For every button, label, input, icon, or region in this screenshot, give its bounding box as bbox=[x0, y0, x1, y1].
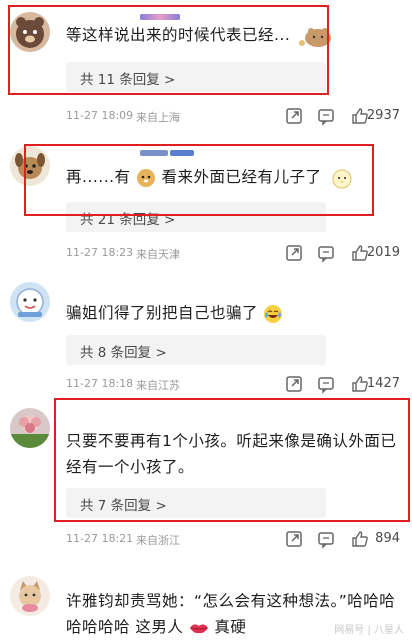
timestamp: 11-27 18:21 bbox=[66, 532, 134, 545]
avatar[interactable] bbox=[10, 282, 50, 322]
comment-meta: 11-27 18:21 来自浙江 894 bbox=[66, 529, 402, 549]
timestamp: 11-27 18:18 bbox=[66, 377, 134, 390]
watermark: 网易号 | 八星人 bbox=[334, 625, 404, 636]
like-count: 2019 bbox=[366, 245, 400, 260]
location: 来自上海 bbox=[136, 111, 180, 124]
highlight-box bbox=[54, 398, 410, 522]
comment-3: 骗姐们得了别把自己也骗了 共 8 条回复 > 11-27 18:18 来自江苏 … bbox=[0, 262, 412, 394]
comment-icon[interactable] bbox=[316, 529, 336, 549]
timestamp: 11-27 18:23 bbox=[66, 246, 134, 259]
comment-4: 只要不要再有1个小孩。听起来像是确认外面已 经有一个小孩了。 共 7 条回复 >… bbox=[0, 392, 412, 562]
cartoon-avatar-icon bbox=[16, 288, 44, 317]
location: 来自天津 bbox=[136, 248, 180, 261]
comment-icon[interactable] bbox=[316, 243, 336, 263]
lips-emoji-icon bbox=[189, 623, 208, 633]
comment-meta: 11-27 18:18 来自江苏 1427 bbox=[66, 374, 402, 394]
comment-2: 再......有 看来外面已经有儿子了 共 21 条回复 > 11-27 18:… bbox=[0, 132, 412, 263]
timestamp: 11-27 18:09 bbox=[66, 109, 134, 122]
comment-icon[interactable] bbox=[316, 374, 336, 394]
location: 来自浙江 bbox=[136, 534, 180, 547]
avatar[interactable] bbox=[10, 408, 50, 448]
repost-icon[interactable] bbox=[284, 106, 304, 126]
comment-text: 骗姐们得了别把自己也骗了 bbox=[66, 300, 398, 326]
highlight-box bbox=[24, 144, 374, 216]
repost-icon[interactable] bbox=[284, 374, 304, 394]
comment-icon[interactable] bbox=[316, 106, 336, 126]
like-count: 2937 bbox=[366, 108, 400, 123]
cat-avatar-icon bbox=[19, 581, 41, 612]
like-icon[interactable] bbox=[350, 529, 370, 549]
comment-meta: 11-27 18:09 来自上海 2937 bbox=[66, 106, 402, 126]
comment-meta: 11-27 18:23 来自天津 2019 bbox=[66, 243, 402, 263]
comment-1: 等这样说出来的时候代表已经... 共 11 条回复 > 11-27 18:09 … bbox=[0, 0, 412, 132]
laughing-crying-emoji-icon bbox=[264, 304, 283, 323]
repost-icon[interactable] bbox=[284, 243, 304, 263]
location: 来自江苏 bbox=[136, 379, 180, 392]
flower-avatar-icon bbox=[10, 415, 50, 448]
highlight-box bbox=[8, 5, 329, 95]
like-count: 1427 bbox=[366, 376, 400, 391]
repost-icon[interactable] bbox=[284, 529, 304, 549]
comment-5: 许雅钧却责骂她：“怎么会有这种想法。”哈哈哈 哈哈哈哈 这男人 真硬 网易号 |… bbox=[0, 562, 412, 640]
like-count: 894 bbox=[375, 531, 400, 546]
reply-count-button[interactable]: 共 8 条回复 > bbox=[66, 335, 326, 365]
avatar[interactable] bbox=[10, 576, 50, 616]
